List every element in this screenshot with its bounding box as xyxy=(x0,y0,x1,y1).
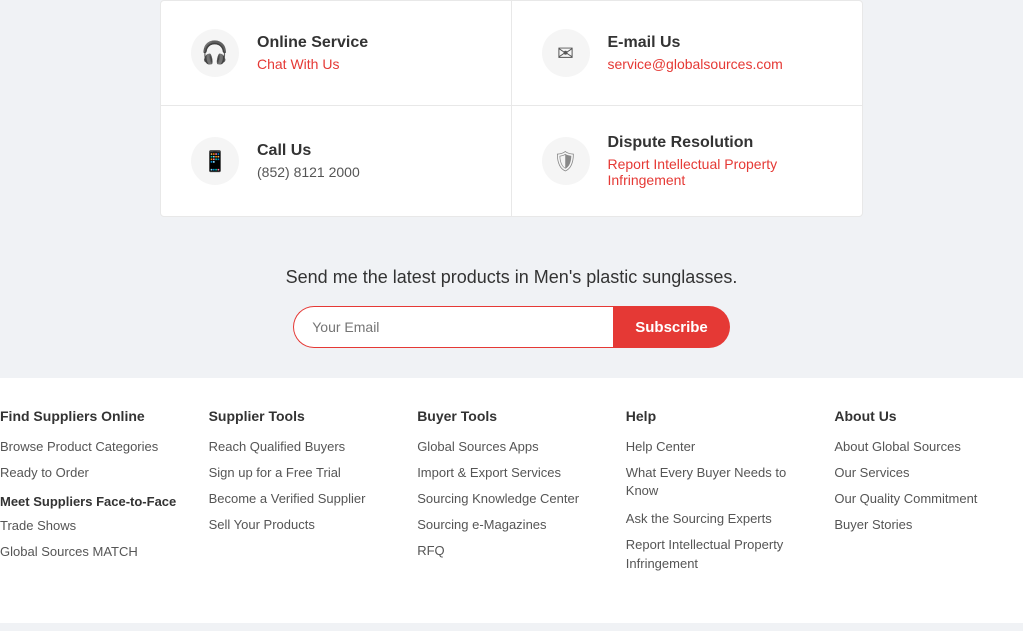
quality-commitment-link[interactable]: Our Quality Commitment xyxy=(834,491,977,506)
email-icon: ✉ xyxy=(542,29,590,77)
contact-info-email: E-mail Us service@globalsources.com xyxy=(608,34,783,72)
list-item: Help Center xyxy=(626,438,815,454)
footer-heading-supplier-tools: Supplier Tools xyxy=(209,408,398,424)
email-address-link[interactable]: service@globalsources.com xyxy=(608,56,783,72)
footer-columns: Find Suppliers Online Browse Product Cat… xyxy=(0,408,1023,583)
list-item: Global Sources MATCH xyxy=(0,543,189,559)
trade-shows-link[interactable]: Trade Shows xyxy=(0,518,76,533)
footer-list-help: Help Center What Every Buyer Needs to Kn… xyxy=(626,438,815,573)
list-item: Sourcing e-Magazines xyxy=(417,516,606,532)
list-item: Sign up for a Free Trial xyxy=(209,464,398,480)
footer-heading-buyer-tools: Buyer Tools xyxy=(417,408,606,424)
list-item: Import & Export Services xyxy=(417,464,606,480)
list-item: Sell Your Products xyxy=(209,516,398,532)
footer-list-meet-suppliers: Trade Shows Global Sources MATCH xyxy=(0,517,189,559)
global-sources-match-link[interactable]: Global Sources MATCH xyxy=(0,544,138,559)
footer-list-find-suppliers: Browse Product Categories Ready to Order xyxy=(0,438,189,480)
footer-col-find-suppliers: Find Suppliers Online Browse Product Cat… xyxy=(0,408,199,583)
list-item: Browse Product Categories xyxy=(0,438,189,454)
chat-with-us-link[interactable]: Chat With Us xyxy=(257,56,339,72)
sign-up-free-trial-link[interactable]: Sign up for a Free Trial xyxy=(209,465,341,480)
global-sources-apps-link[interactable]: Global Sources Apps xyxy=(417,439,538,454)
phone-icon: 📱 xyxy=(191,137,239,185)
sourcing-knowledge-center-link[interactable]: Sourcing Knowledge Center xyxy=(417,491,579,506)
browse-categories-link[interactable]: Browse Product Categories xyxy=(0,439,158,454)
ask-sourcing-experts-link[interactable]: Ask the Sourcing Experts xyxy=(626,511,772,526)
contact-item-online-service: 🎧 Online Service Chat With Us xyxy=(161,1,512,106)
contact-info-call: Call Us (852) 8121 2000 xyxy=(257,142,360,180)
footer-col-buyer-tools: Buyer Tools Global Sources Apps Import &… xyxy=(407,408,616,583)
what-every-buyer-link[interactable]: What Every Buyer Needs to Know xyxy=(626,465,786,498)
rfq-link[interactable]: RFQ xyxy=(417,543,444,558)
footer-heading-find-suppliers: Find Suppliers Online xyxy=(0,408,189,424)
list-item: Become a Verified Supplier xyxy=(209,490,398,506)
contact-info-dispute: Dispute Resolution Report Intellectual P… xyxy=(608,134,833,188)
contact-item-email: ✉ E-mail Us service@globalsources.com xyxy=(512,1,863,106)
list-item: Report Intellectual Property Infringemen… xyxy=(626,536,815,572)
sourcing-emagazines-link[interactable]: Sourcing e-Magazines xyxy=(417,517,546,532)
contact-item-call: 📱 Call Us (852) 8121 2000 xyxy=(161,106,512,216)
list-item: Ready to Order xyxy=(0,464,189,480)
list-item: Trade Shows xyxy=(0,517,189,533)
list-item: RFQ xyxy=(417,542,606,558)
list-item: Reach Qualified Buyers xyxy=(209,438,398,454)
email-input[interactable] xyxy=(293,306,613,348)
footer-list-about-us: About Global Sources Our Services Our Qu… xyxy=(834,438,1023,532)
subscribe-button[interactable]: Subscribe xyxy=(613,306,730,348)
report-ip-infringement-link[interactable]: Report Intellectual Property Infringemen… xyxy=(626,537,784,570)
contact-grid: 🎧 Online Service Chat With Us ✉ E-mail U… xyxy=(161,1,862,216)
ready-to-order-link[interactable]: Ready to Order xyxy=(0,465,89,480)
contact-section-bg: 🎧 Online Service Chat With Us ✉ E-mail U… xyxy=(0,0,1023,237)
newsletter-form: Subscribe xyxy=(20,306,1003,348)
list-item: Sourcing Knowledge Center xyxy=(417,490,606,506)
footer-col-about-us: About Us About Global Sources Our Servic… xyxy=(824,408,1023,583)
help-center-link[interactable]: Help Center xyxy=(626,439,695,454)
footer-heading-help: Help xyxy=(626,408,815,424)
online-service-title: Online Service xyxy=(257,34,368,52)
buyer-stories-link[interactable]: Buyer Stories xyxy=(834,517,912,532)
contact-section: 🎧 Online Service Chat With Us ✉ E-mail U… xyxy=(160,0,863,217)
list-item: What Every Buyer Needs to Know xyxy=(626,464,815,500)
list-item: Ask the Sourcing Experts xyxy=(626,510,815,526)
phone-number: (852) 8121 2000 xyxy=(257,164,360,180)
contact-info-online-service: Online Service Chat With Us xyxy=(257,34,368,72)
list-item: About Global Sources xyxy=(834,438,1023,454)
footer-section: Find Suppliers Online Browse Product Cat… xyxy=(0,378,1023,623)
meet-suppliers-subheading: Meet Suppliers Face-to-Face xyxy=(0,494,189,509)
list-item: Our Quality Commitment xyxy=(834,490,1023,506)
shield-icon: 🛡 xyxy=(542,137,590,185)
footer-col-supplier-tools: Supplier Tools Reach Qualified Buyers Si… xyxy=(199,408,408,583)
list-item: Global Sources Apps xyxy=(417,438,606,454)
newsletter-section: Send me the latest products in Men's pla… xyxy=(0,237,1023,378)
footer-list-buyer-tools: Global Sources Apps Import & Export Serv… xyxy=(417,438,606,558)
our-services-link[interactable]: Our Services xyxy=(834,465,909,480)
dispute-link[interactable]: Report Intellectual Property Infringemen… xyxy=(608,156,778,188)
contact-item-dispute: 🛡 Dispute Resolution Report Intellectual… xyxy=(512,106,863,216)
page-wrapper: 🎧 Online Service Chat With Us ✉ E-mail U… xyxy=(0,0,1023,623)
about-global-sources-link[interactable]: About Global Sources xyxy=(834,439,960,454)
headset-icon: 🎧 xyxy=(191,29,239,77)
newsletter-heading: Send me the latest products in Men's pla… xyxy=(20,267,1003,288)
reach-qualified-buyers-link[interactable]: Reach Qualified Buyers xyxy=(209,439,346,454)
dispute-title: Dispute Resolution xyxy=(608,134,833,152)
call-title: Call Us xyxy=(257,142,360,160)
footer-heading-about-us: About Us xyxy=(834,408,1023,424)
list-item: Buyer Stories xyxy=(834,516,1023,532)
list-item: Our Services xyxy=(834,464,1023,480)
sell-your-products-link[interactable]: Sell Your Products xyxy=(209,517,315,532)
become-verified-supplier-link[interactable]: Become a Verified Supplier xyxy=(209,491,366,506)
footer-list-supplier-tools: Reach Qualified Buyers Sign up for a Fre… xyxy=(209,438,398,532)
footer-col-help: Help Help Center What Every Buyer Needs … xyxy=(616,408,825,583)
email-title: E-mail Us xyxy=(608,34,783,52)
import-export-services-link[interactable]: Import & Export Services xyxy=(417,465,561,480)
